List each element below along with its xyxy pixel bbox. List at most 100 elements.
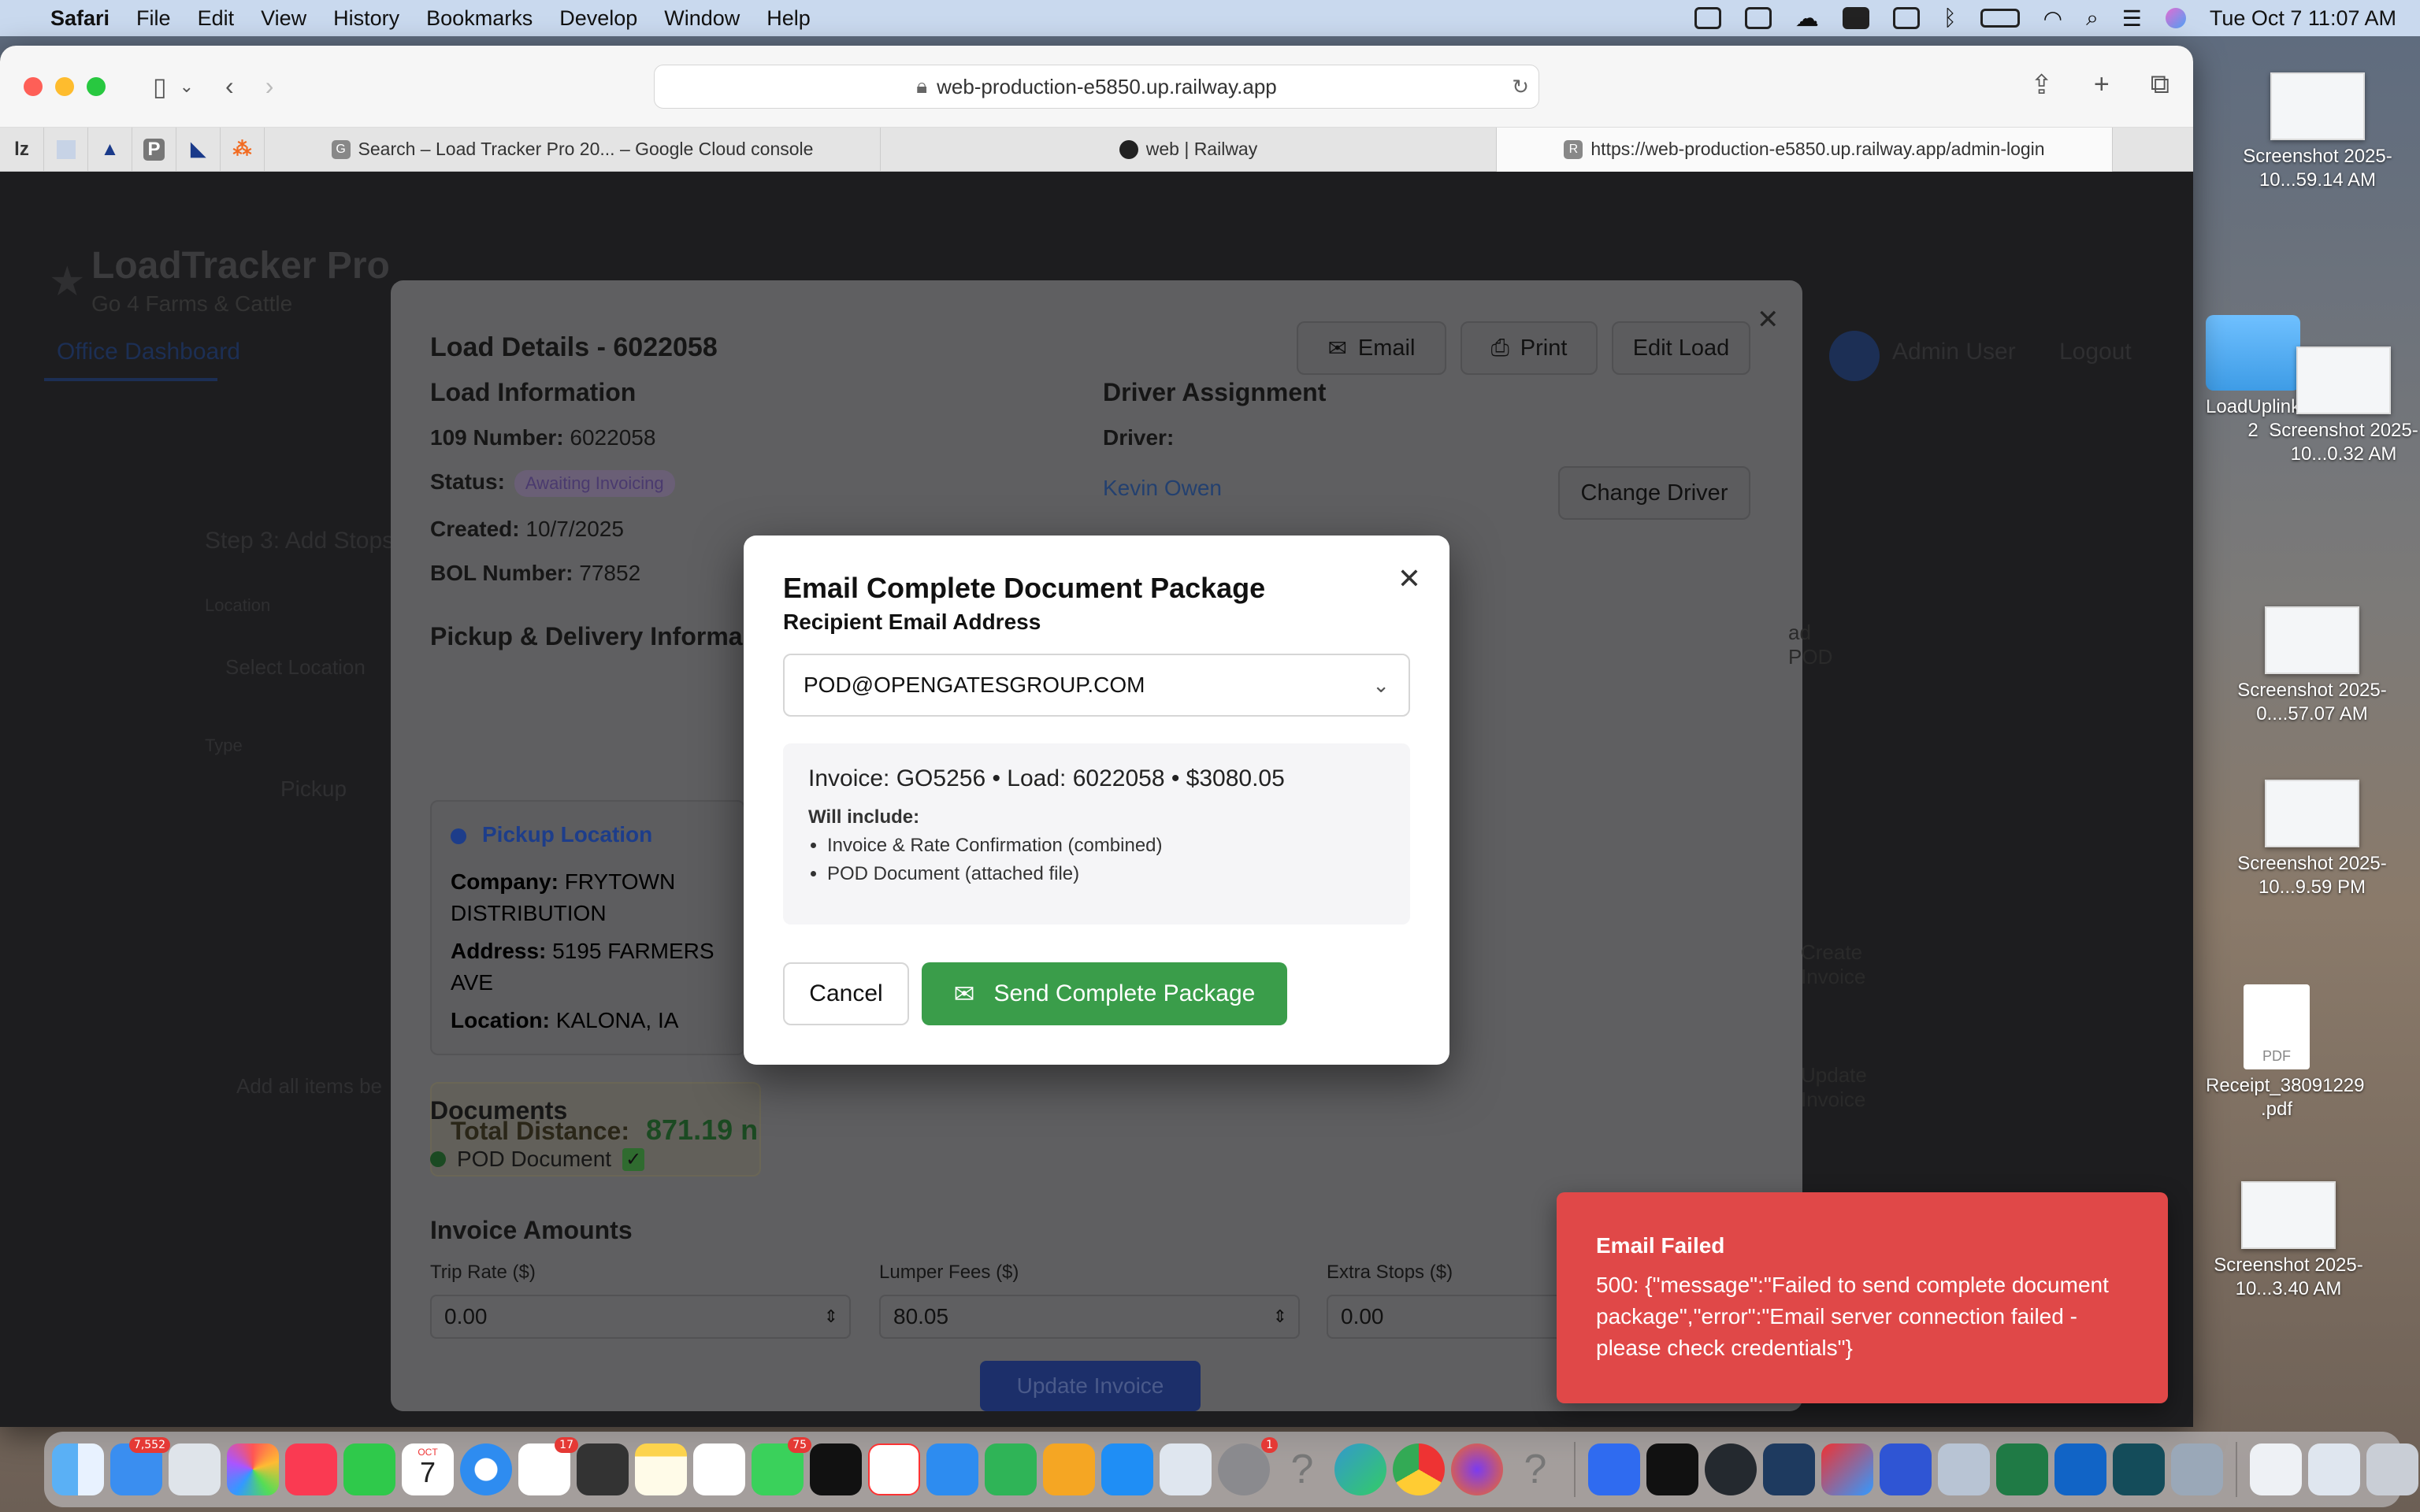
- extra-stops-input[interactable]: 0.00: [1327, 1295, 1563, 1339]
- menu-develop[interactable]: Develop: [559, 6, 637, 31]
- wifi-icon[interactable]: ◠: [2043, 6, 2062, 32]
- calendar-icon[interactable]: OCT 7: [402, 1443, 454, 1495]
- tab-google-cloud[interactable]: G Search – Load Tracker Pro 20... – Goog…: [265, 127, 881, 172]
- change-driver-button[interactable]: Change Driver: [1558, 466, 1750, 520]
- close-window-button[interactable]: [24, 76, 43, 96]
- menu-app-name[interactable]: Safari: [50, 6, 109, 31]
- driver-name-link[interactable]: Kevin Owen: [1103, 476, 1222, 501]
- cloud-icon[interactable]: ☁: [1795, 5, 1819, 32]
- firefox-icon[interactable]: [1451, 1443, 1503, 1495]
- search-icon[interactable]: ⌕: [2086, 6, 2099, 32]
- messages-icon[interactable]: 75: [752, 1437, 811, 1495]
- pinned-tab[interactable]: ⁂: [221, 127, 265, 172]
- numbers-icon[interactable]: [985, 1443, 1037, 1495]
- vscode-icon[interactable]: [1763, 1443, 1815, 1495]
- screenshots-stack-icon[interactable]: [2308, 1443, 2360, 1495]
- trip-rate-input[interactable]: 0.00 ⇕: [430, 1295, 851, 1339]
- pinned-tab[interactable]: ◣: [176, 127, 221, 172]
- desktop-file-pdf[interactable]: PDF Receipt_38091229 .pdf: [2206, 984, 2365, 1121]
- zoom-window-button[interactable]: [87, 76, 106, 96]
- control-center-icon[interactable]: ☰: [2122, 6, 2142, 32]
- update-invoice-button[interactable]: Update Invoice: [980, 1361, 1201, 1411]
- cloud-upload-icon[interactable]: [1821, 1443, 1873, 1495]
- address-bar[interactable]: 🔒︎ web-production-e5850.up.railway.app ↻: [654, 65, 1539, 109]
- minimize-window-button[interactable]: [55, 76, 74, 96]
- keynote-icon[interactable]: [926, 1443, 978, 1495]
- calculator-icon[interactable]: [577, 1443, 629, 1495]
- new-tab-icon[interactable]: +: [2094, 69, 2110, 101]
- freeform-icon[interactable]: [693, 1443, 745, 1495]
- question-icon[interactable]: ?: [1509, 1443, 1561, 1495]
- chevron-down-icon[interactable]: ⌄: [180, 76, 194, 97]
- reload-icon[interactable]: ↻: [1512, 75, 1529, 99]
- menu-help[interactable]: Help: [766, 6, 811, 31]
- desktop-file-screenshot[interactable]: Screenshot 2025-0....57.07 AM: [2237, 606, 2387, 726]
- tray-app-icon[interactable]: [1694, 7, 1721, 29]
- print-button[interactable]: ⎙ Print: [1461, 321, 1598, 375]
- downloads-icon[interactable]: [2171, 1443, 2223, 1495]
- music-icon[interactable]: [285, 1443, 337, 1495]
- share-icon[interactable]: ⇪: [2030, 69, 2053, 101]
- github-icon[interactable]: [1705, 1443, 1757, 1495]
- app-store-icon[interactable]: [1101, 1443, 1153, 1495]
- finder-icon[interactable]: [52, 1443, 104, 1495]
- tray-app-icon[interactable]: [1744, 7, 1772, 29]
- edit-load-button[interactable]: Edit Load: [1612, 321, 1750, 375]
- desktop-file-screenshot[interactable]: Screenshot 2025-10...59.14 AM: [2239, 72, 2396, 192]
- pinned-tab[interactable]: [44, 127, 88, 172]
- clock-datetime[interactable]: Tue Oct 7 11:07 AM: [2210, 6, 2396, 31]
- question-icon[interactable]: ?: [1276, 1443, 1328, 1495]
- stepper-icon[interactable]: ⇕: [824, 1306, 838, 1327]
- desktop-file-screenshot[interactable]: Screenshot 2025-10...3.40 AM: [2214, 1181, 2363, 1301]
- siri-icon[interactable]: [2165, 8, 2186, 28]
- logout-link[interactable]: Logout: [2059, 339, 2132, 365]
- error-toast[interactable]: Email Failed 500: {"message":"Failed to …: [1557, 1192, 2168, 1403]
- tab-overview-icon[interactable]: ⧉: [2151, 69, 2169, 101]
- printer-icon[interactable]: [1880, 1443, 1932, 1495]
- perplexity-icon[interactable]: [2113, 1443, 2165, 1495]
- menu-view[interactable]: View: [261, 6, 306, 31]
- stepper-icon[interactable]: ⇕: [1273, 1306, 1287, 1327]
- pages-icon[interactable]: [1043, 1443, 1095, 1495]
- launchpad-icon[interactable]: [169, 1443, 221, 1495]
- lumper-fees-input[interactable]: 80.05 ⇕: [879, 1295, 1300, 1339]
- sidebar-icon[interactable]: ▯: [153, 72, 167, 102]
- facetime-icon[interactable]: [343, 1443, 395, 1495]
- photos-icon[interactable]: [227, 1443, 279, 1495]
- menu-bookmarks[interactable]: Bookmarks: [426, 6, 533, 31]
- close-icon[interactable]: ✕: [1397, 562, 1421, 595]
- bluetooth-icon[interactable]: ᛒ: [1943, 6, 1957, 31]
- chatgpt-icon[interactable]: [1646, 1443, 1698, 1495]
- chrome-icon[interactable]: [1393, 1443, 1445, 1495]
- back-icon[interactable]: ‹: [225, 72, 234, 101]
- safari-icon[interactable]: [460, 1443, 512, 1495]
- recipient-email-select[interactable]: POD@OPENGATESGROUP.COM ⌄: [783, 654, 1410, 717]
- desktop-file-screenshot[interactable]: Screenshot 2025-10...9.59 PM: [2237, 780, 2387, 899]
- scanner-icon[interactable]: [1938, 1443, 1990, 1495]
- tab-office-dashboard[interactable]: Office Dashboard: [57, 339, 240, 365]
- menu-edit[interactable]: Edit: [198, 6, 235, 31]
- pinned-tab[interactable]: ▲: [88, 127, 132, 172]
- forward-icon[interactable]: ›: [265, 72, 274, 101]
- pinned-tab[interactable]: lz: [0, 127, 44, 172]
- menu-file[interactable]: File: [136, 6, 171, 31]
- apple-tv-icon[interactable]: [810, 1443, 862, 1495]
- cancel-button[interactable]: Cancel: [783, 962, 909, 1025]
- close-icon[interactable]: ✕: [1757, 304, 1780, 335]
- excel-icon[interactable]: [1996, 1443, 2048, 1495]
- tab-admin-login[interactable]: R https://web-production-e5850.up.railwa…: [1497, 127, 2113, 172]
- documents-stack-icon[interactable]: [2250, 1443, 2302, 1495]
- desktop-file-screenshot[interactable]: Screenshot 2025-10...0.32 AM: [2269, 346, 2418, 466]
- battery-icon[interactable]: [1980, 9, 2020, 28]
- network-radar-icon[interactable]: [1160, 1443, 1212, 1495]
- copilot-icon[interactable]: [1588, 1443, 1640, 1495]
- edge-icon[interactable]: [1334, 1443, 1386, 1495]
- notes-icon[interactable]: [635, 1443, 687, 1495]
- send-complete-package-button[interactable]: ✉ Send Complete Package: [922, 962, 1287, 1025]
- outlook-icon[interactable]: [2054, 1443, 2106, 1495]
- trash-icon[interactable]: [2366, 1443, 2418, 1495]
- system-settings-icon[interactable]: 1: [1218, 1437, 1278, 1495]
- reminders-icon[interactable]: 17: [518, 1437, 578, 1495]
- chatgpt-tray-icon[interactable]: [1842, 7, 1869, 29]
- news-icon[interactable]: [868, 1443, 920, 1495]
